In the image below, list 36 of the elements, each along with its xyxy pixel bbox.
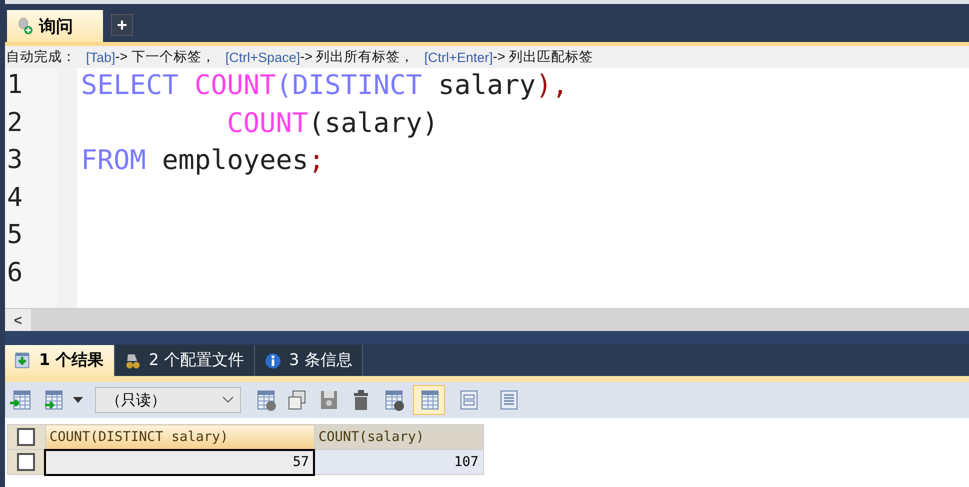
code-token: salary: [438, 70, 536, 103]
code-token: (: [276, 70, 292, 103]
mode-select[interactable]: （只读）: [95, 387, 241, 413]
add-tab-button[interactable]: +: [111, 14, 133, 36]
result-tab[interactable]: 1 个结果: [5, 345, 115, 376]
select-all-checkbox[interactable]: [17, 428, 36, 446]
line-number: 4: [6, 182, 24, 214]
view-button[interactable]: [413, 385, 445, 415]
grid-import-icon: [9, 388, 33, 412]
code-token: ),: [536, 70, 568, 103]
autocomplete-hint: 自动完成： [Tab]-> 下一个标签， [Ctrl+Space]-> 列出所有标签， [Ctrl+Enter]-> 列出匹配标签: [5, 42, 969, 68]
code-token: (salary): [308, 108, 438, 140]
code-token: ;: [308, 145, 325, 178]
table-cell: 107: [314, 450, 483, 474]
code-token: COUNT: [194, 70, 276, 103]
result-tab[interactable]: 3 条信息: [255, 345, 364, 376]
column-header[interactable]: COUNT(salary): [314, 424, 483, 450]
scroll-left-button[interactable]: <: [5, 309, 31, 331]
code-token: FROM: [81, 145, 146, 178]
line-number: 5: [6, 220, 24, 252]
code-token: COUNT: [227, 108, 308, 140]
caret-icon: [73, 397, 83, 403]
code-token: employees: [162, 145, 308, 178]
result-tab[interactable]: 2 个配置文件: [114, 345, 255, 376]
row-checkbox[interactable]: [17, 453, 35, 471]
table-cell: 57: [45, 450, 314, 474]
info-icon: [263, 350, 283, 370]
chevron-icon: [222, 396, 234, 404]
column-header[interactable]: COUNT(DISTINCT salary): [45, 424, 314, 450]
line-number: 3: [6, 145, 24, 177]
code-token: DISTINCT: [292, 70, 422, 103]
line-number: 2: [6, 108, 24, 140]
code-token: SELECT: [81, 70, 179, 103]
line-number: 1: [6, 70, 24, 102]
line-number: 6: [6, 258, 24, 290]
query-tab[interactable]: 询问: [7, 10, 103, 42]
